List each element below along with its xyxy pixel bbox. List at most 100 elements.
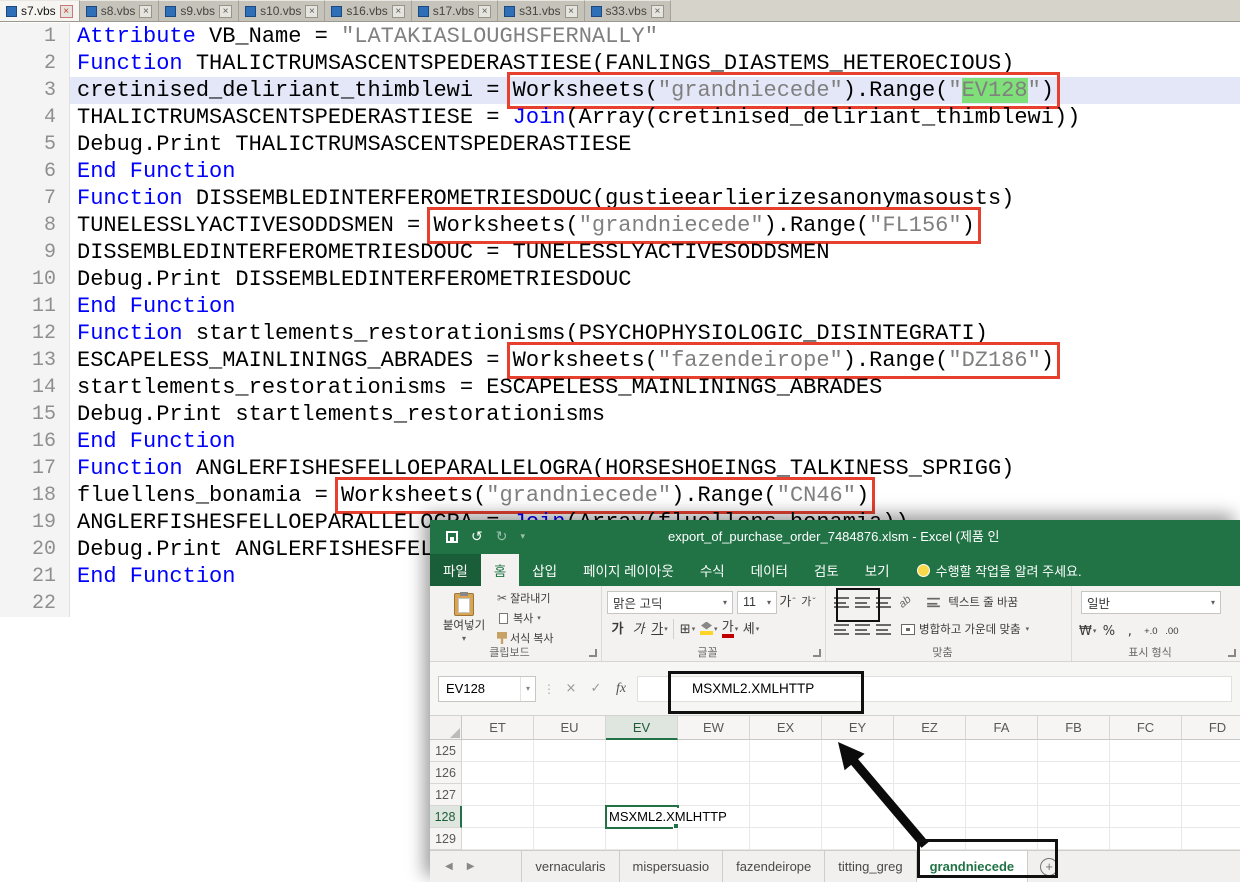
editor-tab-s31.vbs[interactable]: s31.vbs × [498,0,585,21]
orientation-icon[interactable]: ab [897,593,914,610]
merge-center-button[interactable]: 병합하고 가운데 맞춤 ▾ [901,621,1029,637]
phonetic-guide-button[interactable]: 셰 ▾ [741,617,762,641]
copy-button[interactable]: 복사 ▾ [497,610,554,626]
close-icon[interactable]: × [219,4,233,18]
fill-handle[interactable] [673,823,679,829]
grid-cell[interactable] [822,740,894,762]
row-header-126[interactable]: 126 [430,762,462,784]
percent-style-button[interactable]: % [1098,619,1119,643]
sheet-nav-next-icon[interactable]: ▶ [460,851,482,882]
column-header-EZ[interactable]: EZ [894,716,966,740]
align-left-icon[interactable] [834,623,849,635]
row-header-127[interactable]: 127 [430,784,462,806]
wrap-text-button[interactable]: 텍스트 줄 바꿈 [923,594,1018,610]
grid-cell[interactable] [822,806,894,828]
close-icon[interactable]: × [305,4,319,18]
grid-cell[interactable] [894,784,966,806]
grid-cell[interactable] [750,740,822,762]
grid-cell[interactable] [1110,806,1182,828]
editor-tab-s33.vbs[interactable]: s33.vbs × [584,0,671,21]
ribbon-tab-보기[interactable]: 보기 [852,554,903,586]
dialog-launcher-icon[interactable] [589,649,597,657]
grid-cell[interactable] [534,762,606,784]
grid-cell[interactable] [750,762,822,784]
grid-cell[interactable] [1110,828,1182,850]
grid-cell[interactable] [1110,784,1182,806]
code-line[interactable]: 1 Attribute VB_Name = "LATAKIASLOUGHSFERN… [0,23,1240,50]
code-line[interactable]: 3 cretinised_deliriant_thimblewi = Worksh… [0,72,1240,109]
fill-color-button[interactable]: ▾ [698,617,720,641]
ribbon-tab-파일[interactable]: 파일 [430,554,481,586]
row-header-125[interactable]: 125 [430,740,462,762]
grid-cell[interactable] [822,828,894,850]
ribbon-tab-데이터[interactable]: 데이터 [738,554,801,586]
selected-cell[interactable]: MSXML2.XMLHTTP [605,805,730,829]
comma-style-button[interactable]: , [1119,619,1140,643]
redo-icon[interactable]: ↻ [496,529,508,545]
grid-cell[interactable] [534,828,606,850]
grid-cell[interactable] [894,740,966,762]
close-icon[interactable]: × [59,4,73,18]
cut-button[interactable]: ✂ 잘라내기 [497,590,554,606]
undo-icon[interactable]: ↺ [471,529,483,545]
ribbon-tab-홈[interactable]: 홈 [480,554,520,586]
grid-cell[interactable] [678,784,750,806]
ribbon-tab-페이지 레이아웃[interactable]: 페이지 레이아웃 [570,554,687,586]
code-line[interactable]: 16 End Function [0,428,1240,455]
column-header-FC[interactable]: FC [1110,716,1182,740]
sheet-nav-prev-icon[interactable]: ◀ [438,851,460,882]
code-line[interactable]: 2 Function THALICTRUMSASCENTSPEDERASTIESE… [0,50,1240,77]
close-icon[interactable]: × [478,4,492,18]
code-line[interactable]: 9 DISSEMBLEDINTERFEROMETRIESDOUC = TUNELE… [0,239,1240,266]
grid-cell[interactable] [894,762,966,784]
grid-cell[interactable] [606,828,678,850]
close-icon[interactable]: × [650,4,664,18]
grid-cell[interactable] [534,806,606,828]
align-right-icon[interactable] [876,623,891,635]
grid-cell[interactable] [966,784,1038,806]
sheet-tab-mispersuasio[interactable]: mispersuasio [620,851,724,882]
grid-cell[interactable] [1110,762,1182,784]
grid-cell[interactable] [462,784,534,806]
code-line[interactable]: 5 Debug.Print THALICTRUMSASCENTSPEDERASTI… [0,131,1240,158]
column-header-EY[interactable]: EY [822,716,894,740]
font-size-combo[interactable]: 11 ▾ [737,590,777,614]
editor-tab-s8.vbs[interactable]: s8.vbs × [79,0,160,21]
grid-cell[interactable] [678,828,750,850]
sheet-tab-fazendeirope[interactable]: fazendeirope [723,851,826,882]
align-center-icon[interactable] [855,623,870,635]
editor-tab-s16.vbs[interactable]: s16.vbs × [325,0,412,21]
editor-tab-s17.vbs[interactable]: s17.vbs × [411,0,499,21]
code-line[interactable]: 12 Function startlements_restorationisms(… [0,320,1240,347]
code-line[interactable]: 15 Debug.Print startlements_restorationis… [0,401,1240,428]
grid-cell[interactable] [678,762,750,784]
grid-cell[interactable] [822,762,894,784]
ribbon-tab-검토[interactable]: 검토 [801,554,852,586]
column-header-ET[interactable]: ET [462,716,534,740]
italic-button[interactable]: 가 [628,617,649,641]
grid-cell[interactable] [1182,828,1240,850]
select-all-corner[interactable] [430,716,462,740]
number-format-combo[interactable]: 일반 ▾ [1081,591,1221,614]
save-icon[interactable] [446,531,458,543]
grid-cell[interactable] [966,740,1038,762]
editor-tab-s9.vbs[interactable]: s9.vbs × [159,0,240,21]
editor-tab-s7.vbs[interactable]: s7.vbs × [0,0,80,21]
grid-cell[interactable] [1182,784,1240,806]
increase-decimal-button[interactable]: +.0 [1140,619,1161,643]
sheet-tab-vernacularis[interactable]: vernacularis [521,851,620,882]
borders-button[interactable]: ⊞ ▾ [677,617,698,641]
qat-dropdown-icon[interactable]: ▾ [520,532,525,542]
column-header-FA[interactable]: FA [966,716,1038,740]
shrink-font-button[interactable]: 가ˇ [798,590,819,614]
code-line[interactable]: 13 ESCAPELESS_MAINLININGS_ABRADES = Works… [0,342,1240,379]
code-line[interactable]: 6 End Function [0,158,1240,185]
grid-cell[interactable] [1182,806,1240,828]
grid-cell[interactable] [606,784,678,806]
code-line[interactable]: 7 Function DISSEMBLEDINTERFEROMETRIESDOUC… [0,185,1240,212]
grid-cell[interactable] [462,762,534,784]
column-header-EU[interactable]: EU [534,716,606,740]
underline-button[interactable]: 가 ▾ [649,617,670,641]
code-line[interactable]: 8 TUNELESSLYACTIVESODDSMEN = Worksheets("… [0,207,1240,244]
font-name-combo[interactable]: 맑은 고딕 ▾ [607,590,733,614]
